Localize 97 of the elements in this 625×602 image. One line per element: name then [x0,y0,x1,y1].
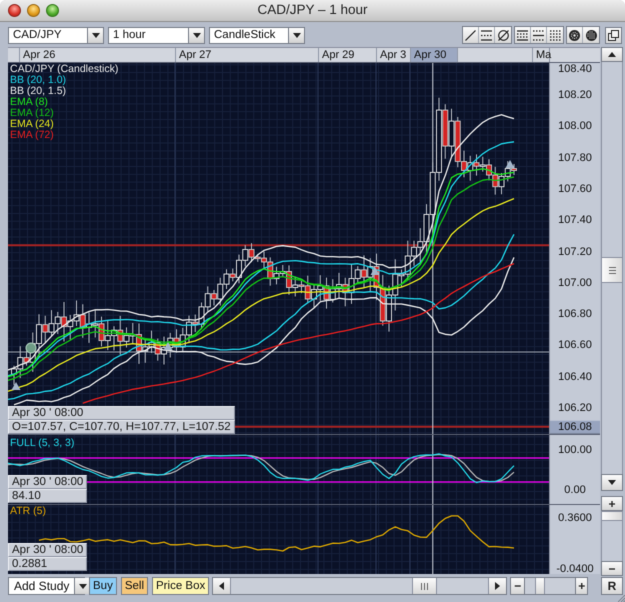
scale-slider[interactable] [601,511,623,561]
tool-button[interactable] [605,26,622,44]
triangle-marker-icon [12,382,20,390]
zoom-button[interactable] [46,4,59,17]
minimize-button[interactable] [27,4,40,17]
slashed-circle-icon [498,30,508,40]
triangle-marker-icon [506,160,514,168]
zoom-in-button[interactable]: + [575,577,588,595]
symbol-dropdown[interactable]: CAD/JPY [8,26,104,44]
triangle-right-icon [495,582,500,590]
axis-label: 107.60 [557,182,593,195]
axis-label: 107.20 [557,246,593,258]
price-box-button[interactable]: Price Box [152,577,210,595]
grip-icon [608,266,616,274]
zoom-out-button[interactable]: − [601,561,623,576]
legend-label: BB (20, 1.5) [10,86,66,97]
legend-label: EMA (24) [10,119,54,130]
window-title: CAD/JPY – 1 hour [257,2,368,19]
axis-label: 108.20 [557,89,593,101]
horizontal-lines-icon [481,30,492,40]
triangle-up-icon [608,52,616,57]
scroll-up-button[interactable] [601,47,623,62]
slider-thumb[interactable] [534,578,545,594]
axis-label: 108.00 [557,120,593,132]
chart-type-dropdown[interactable]: CandleStick [209,26,305,44]
axis-label: 106.80 [557,308,593,320]
axis-label: -0.0400 [555,563,595,575]
vertical-scrollbar[interactable] [601,62,623,474]
tooltip-date: Apr 30 ' 08:00 [8,406,235,420]
legend-label: EMA (12) [10,108,54,119]
axis-label: 106.40 [557,370,593,383]
axis-label: 0.00 [563,484,587,496]
date-label: Apr 26 [19,48,175,62]
timeframe-dropdown[interactable]: 1 hour [108,26,205,44]
buy-button[interactable]: Buy [89,577,117,595]
scroll-right-button[interactable] [489,578,506,594]
caret-down-icon [92,32,100,38]
horizontal-scrollbar[interactable] [212,577,508,595]
tool-button[interactable] [583,27,599,43]
legend-label: EMA (8) [10,97,48,108]
axis-label: 0.3600 [557,512,593,524]
dotted-lines-icon [533,30,544,40]
slider-thumb[interactable] [602,511,622,521]
date-label: Apr 29 [318,48,376,62]
tooltip-date: Apr 30 ' 08:00 [8,475,88,489]
caret-down-icon [292,32,300,38]
tool-button[interactable] [479,27,495,43]
tool-button[interactable] [531,27,547,43]
legend-label: BB (20, 1.0) [10,75,66,86]
panel-title: ATR (5) [10,506,46,517]
axis-label: 107.40 [557,214,593,226]
tool-button[interactable] [567,27,583,43]
dotted-circle-icon [586,30,596,40]
grip-icon [421,582,428,590]
triangle-marker-icon [164,342,172,350]
date-label: Apr 27 [175,48,318,62]
caret-down-icon [78,584,87,588]
axis-label: 107.80 [557,152,593,164]
current-price-label: 106.08 [550,420,600,434]
circle-marker-icon [26,342,36,354]
scroll-thumb[interactable] [602,257,622,283]
axis-label: 106.20 [557,402,593,414]
tooltip-values: 84.10 [8,489,88,503]
triangle-left-icon [219,582,224,590]
dotted-lines-icon [550,30,560,40]
tooltip-date: Apr 30 ' 08:00 [8,543,88,557]
zoom-slider[interactable] [525,577,576,595]
scroll-left-button[interactable] [213,578,230,594]
scroll-down-button[interactable] [601,474,623,491]
tool-button[interactable] [495,27,511,43]
tool-button[interactable] [463,27,479,43]
tooltip-values: 0.2881 [8,557,88,571]
diagonal-line-icon [465,30,476,40]
axis-label: 106.60 [557,339,593,352]
triangle-marker-icon [370,267,380,275]
resize-grip-icon[interactable] [618,595,625,602]
caret-down-icon [192,32,200,38]
axis-label: 100.00 [557,444,593,456]
legend-label: EMA (72) [10,130,54,141]
tooltip-values: O=107.57, C=107.70, H=107.77, L=107.52 [8,420,235,434]
reset-button[interactable]: R [601,577,623,595]
tool-button[interactable] [547,27,563,43]
date-label: Apr 30 [410,48,458,62]
zoom-in-button[interactable]: + [601,496,623,511]
overlapping-squares-icon [608,30,619,40]
legend-label: CAD/JPY (Candlestick) [10,64,118,75]
scroll-thumb[interactable] [412,578,438,594]
zoom-out-button[interactable]: − [510,577,526,595]
close-button[interactable] [8,4,21,17]
ring-icon [569,30,580,40]
axis-label: 107.00 [557,276,593,289]
panel-title: FULL (5, 3, 3) [10,438,74,449]
triangle-down-icon [608,480,616,485]
dotted-lines-icon [517,30,528,40]
sell-button[interactable]: Sell [120,577,148,595]
tool-button[interactable] [515,27,531,43]
axis-label: 108.40 [557,63,593,75]
